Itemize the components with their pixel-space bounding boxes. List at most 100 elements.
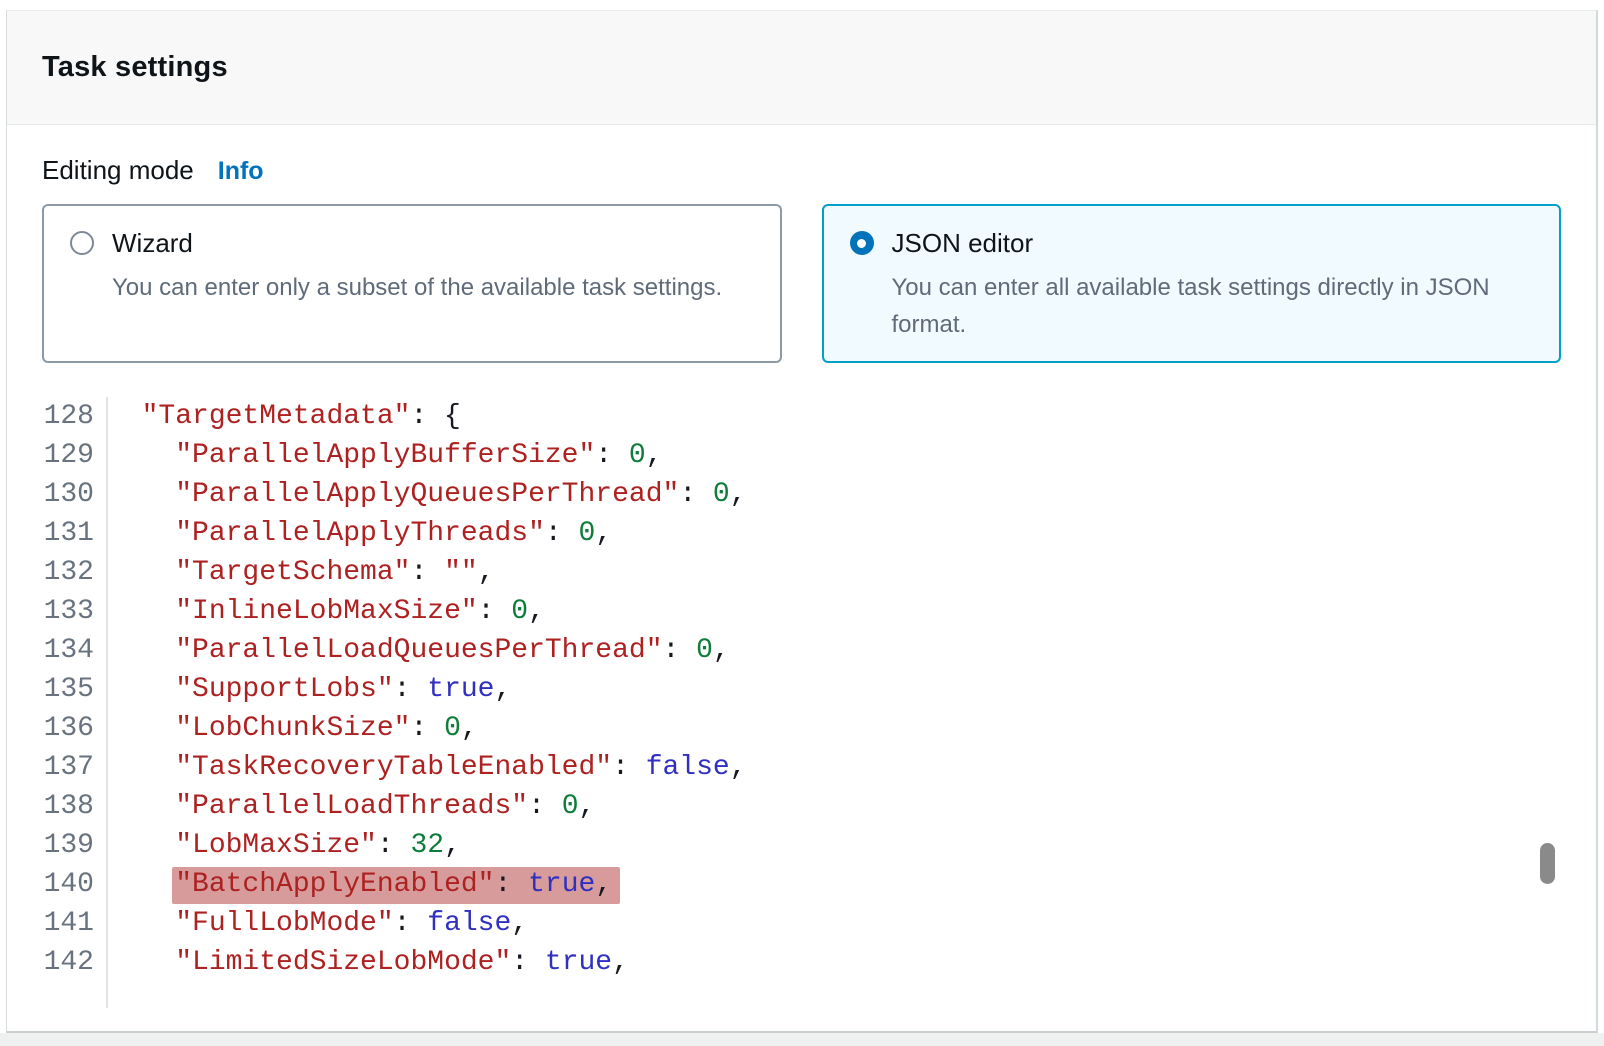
token-key: "ParallelApplyQueuesPerThread" bbox=[175, 479, 679, 510]
editor-scrollbar-thumb[interactable] bbox=[1540, 843, 1555, 884]
code-text: "LobMaxSize": 32, bbox=[108, 826, 461, 865]
line-number: 131 bbox=[7, 514, 108, 553]
token-punct: , bbox=[494, 674, 511, 705]
token-key: "TargetSchema" bbox=[175, 557, 410, 588]
token-punct: : bbox=[494, 869, 528, 900]
token-punct: : bbox=[663, 635, 697, 666]
code-text: "BatchApplyEnabled": true, bbox=[108, 865, 620, 904]
code-line[interactable]: 133 "InlineLobMaxSize": 0, bbox=[7, 592, 1596, 631]
code-line[interactable]: 129 "ParallelApplyBufferSize": 0, bbox=[7, 436, 1596, 475]
token-num: 0 bbox=[444, 713, 461, 744]
task-settings-panel: Task settings Editing mode Info Wizard Y… bbox=[6, 10, 1598, 1033]
highlighted-code: "BatchApplyEnabled": true, bbox=[172, 867, 620, 904]
code-line[interactable]: 136 "LobChunkSize": 0, bbox=[7, 709, 1596, 748]
code-lines: 128 "TargetMetadata": {129 "ParallelAppl… bbox=[7, 397, 1596, 982]
code-line[interactable]: 132 "TargetSchema": "", bbox=[7, 553, 1596, 592]
token-num: 0 bbox=[629, 440, 646, 471]
token-punct: : bbox=[410, 713, 444, 744]
code-text: "LimitedSizeLobMode": true, bbox=[108, 943, 629, 982]
code-line[interactable]: 130 "ParallelApplyQueuesPerThread": 0, bbox=[7, 475, 1596, 514]
token-key: "ParallelApplyBufferSize" bbox=[175, 440, 595, 471]
token-bool: true bbox=[427, 674, 494, 705]
wizard-option-text: Wizard You can enter only a subset of th… bbox=[112, 226, 722, 306]
token-punct: : bbox=[511, 947, 545, 978]
line-number: 139 bbox=[7, 826, 108, 865]
line-number: 142 bbox=[7, 943, 108, 982]
token-punct: , bbox=[646, 440, 663, 471]
token-punct: , bbox=[730, 752, 747, 783]
token-str: "" bbox=[444, 557, 478, 588]
editing-mode-tiles: Wizard You can enter only a subset of th… bbox=[42, 204, 1561, 363]
token-key: "LimitedSizeLobMode" bbox=[175, 947, 511, 978]
code-line[interactable]: 134 "ParallelLoadQueuesPerThread": 0, bbox=[7, 631, 1596, 670]
code-text: "TaskRecoveryTableEnabled": false, bbox=[108, 748, 747, 787]
code-text: "ParallelLoadQueuesPerThread": 0, bbox=[108, 631, 730, 670]
token-punct: : bbox=[410, 557, 444, 588]
token-punct: , bbox=[730, 479, 747, 510]
token-punct: , bbox=[528, 596, 545, 627]
page-title: Task settings bbox=[42, 51, 228, 84]
code-text: "ParallelApplyQueuesPerThread": 0, bbox=[108, 475, 747, 514]
token-bool: false bbox=[646, 752, 730, 783]
code-line[interactable]: 140 "BatchApplyEnabled": true, bbox=[7, 865, 1596, 904]
json-editor-radio-button[interactable] bbox=[850, 231, 874, 255]
panel-header: Task settings bbox=[7, 11, 1596, 125]
token-num: 0 bbox=[579, 518, 596, 549]
json-editor-option-description: You can enter all available task setting… bbox=[892, 269, 1532, 343]
json-editor-option-label: JSON editor bbox=[892, 226, 1532, 260]
token-key: "InlineLobMaxSize" bbox=[175, 596, 477, 627]
token-punct: : bbox=[528, 791, 562, 822]
token-key: "BatchApplyEnabled" bbox=[175, 869, 494, 900]
info-link[interactable]: Info bbox=[218, 157, 264, 186]
line-number: 128 bbox=[7, 397, 108, 436]
line-number: 138 bbox=[7, 787, 108, 826]
line-number: 134 bbox=[7, 631, 108, 670]
code-line[interactable]: 141 "FullLobMode": false, bbox=[7, 904, 1596, 943]
token-punct: : bbox=[595, 440, 629, 471]
gutter-stub bbox=[7, 982, 108, 1008]
page-bottom-strip bbox=[0, 1033, 1604, 1046]
code-line[interactable]: 128 "TargetMetadata": { bbox=[7, 397, 1596, 436]
line-number: 130 bbox=[7, 475, 108, 514]
token-punct: : bbox=[394, 674, 428, 705]
line-number: 135 bbox=[7, 670, 108, 709]
token-key: "FullLobMode" bbox=[175, 908, 393, 939]
line-number: 132 bbox=[7, 553, 108, 592]
token-punct: : bbox=[612, 752, 646, 783]
line-number: 129 bbox=[7, 436, 108, 475]
token-punct: : bbox=[377, 830, 411, 861]
code-line[interactable]: 135 "SupportLobs": true, bbox=[7, 670, 1596, 709]
token-punct: , bbox=[511, 908, 528, 939]
code-text: "ParallelLoadThreads": 0, bbox=[108, 787, 595, 826]
line-number: 140 bbox=[7, 865, 108, 904]
token-bool: true bbox=[528, 869, 595, 900]
wizard-option-card[interactable]: Wizard You can enter only a subset of th… bbox=[42, 204, 782, 363]
wizard-option-label: Wizard bbox=[112, 226, 722, 260]
token-punct: , bbox=[713, 635, 730, 666]
token-key: "LobMaxSize" bbox=[175, 830, 377, 861]
code-text: "TargetMetadata": { bbox=[108, 397, 461, 436]
token-punct: : { bbox=[410, 401, 460, 432]
token-punct: , bbox=[478, 557, 495, 588]
code-line[interactable]: 139 "LobMaxSize": 32, bbox=[7, 826, 1596, 865]
token-key: "TargetMetadata" bbox=[142, 401, 411, 432]
token-key: "ParallelLoadThreads" bbox=[175, 791, 528, 822]
token-punct: : bbox=[679, 479, 713, 510]
token-punct: : bbox=[545, 518, 579, 549]
json-editor-option-card[interactable]: JSON editor You can enter all available … bbox=[822, 204, 1562, 363]
token-punct: : bbox=[478, 596, 512, 627]
code-line[interactable]: 137 "TaskRecoveryTableEnabled": false, bbox=[7, 748, 1596, 787]
token-key: "ParallelLoadQueuesPerThread" bbox=[175, 635, 662, 666]
line-number: 136 bbox=[7, 709, 108, 748]
json-code-editor[interactable]: 128 "TargetMetadata": {129 "ParallelAppl… bbox=[7, 397, 1596, 1008]
token-punct: , bbox=[595, 518, 612, 549]
code-line[interactable]: 138 "ParallelLoadThreads": 0, bbox=[7, 787, 1596, 826]
token-punct: , bbox=[579, 791, 596, 822]
line-number: 133 bbox=[7, 592, 108, 631]
code-text: "LobChunkSize": 0, bbox=[108, 709, 478, 748]
code-line[interactable]: 142 "LimitedSizeLobMode": true, bbox=[7, 943, 1596, 982]
code-line[interactable]: 131 "ParallelApplyThreads": 0, bbox=[7, 514, 1596, 553]
code-text: "InlineLobMaxSize": 0, bbox=[108, 592, 545, 631]
editing-mode-label: Editing mode bbox=[42, 155, 194, 186]
wizard-radio-button[interactable] bbox=[70, 231, 94, 255]
